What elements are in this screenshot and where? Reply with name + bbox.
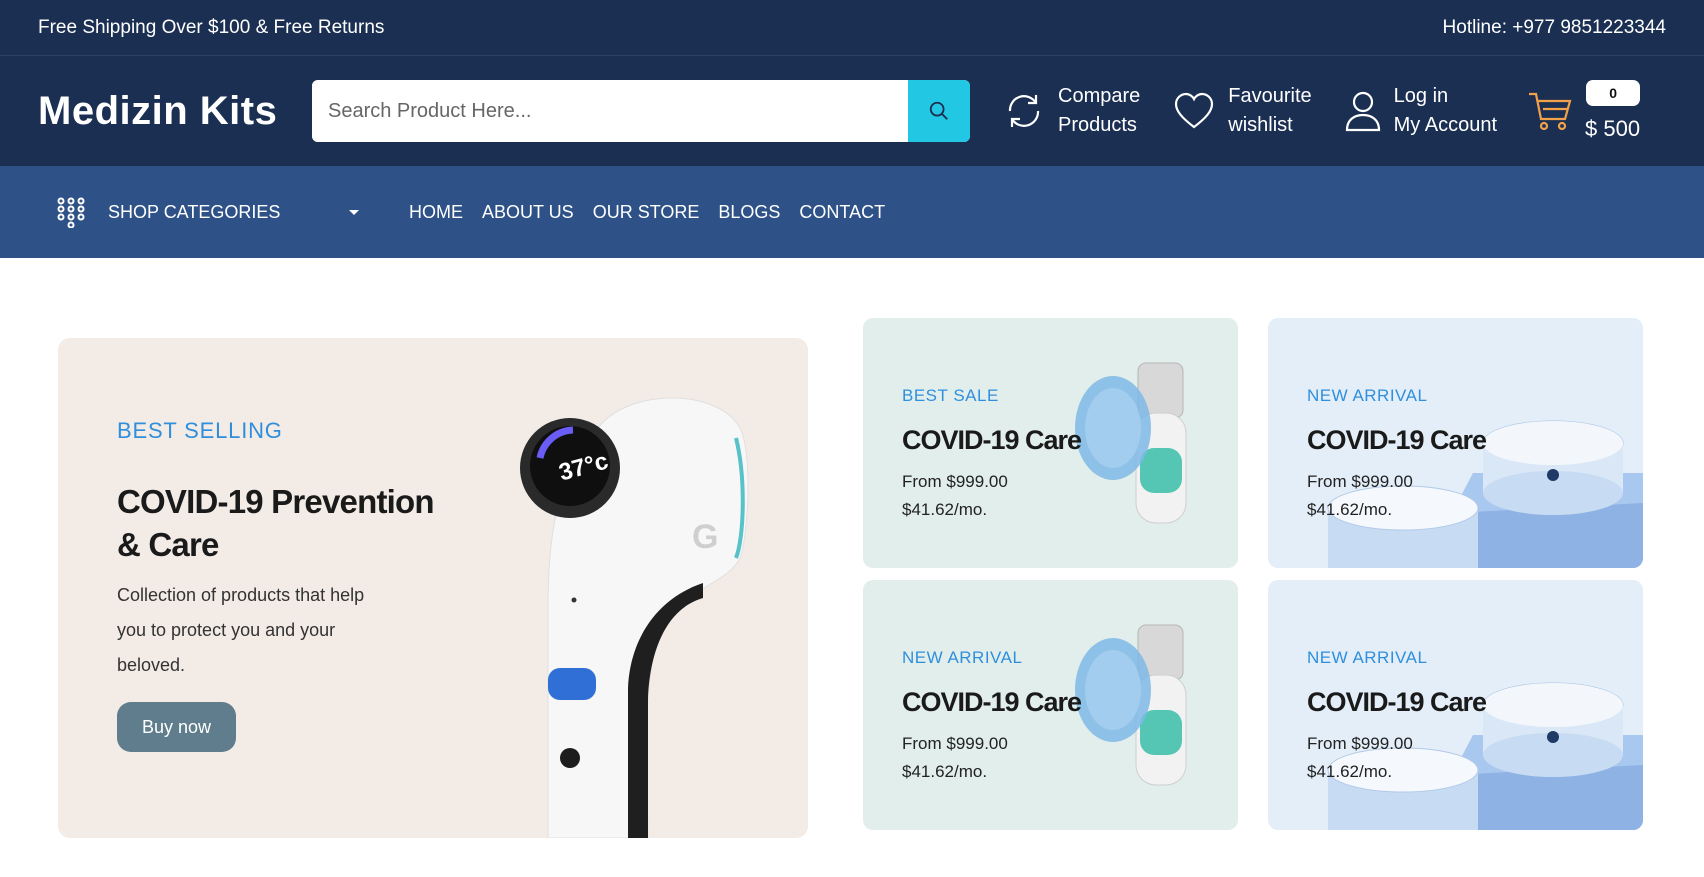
card-title: COVID-19 Care: [902, 687, 1082, 717]
card-title: COVID-19 Care: [1307, 425, 1487, 455]
hero-description: Collection of products that help you to …: [117, 585, 365, 675]
account-sublabel: My Account: [1393, 114, 1498, 136]
caret-down-icon: [349, 209, 359, 215]
card-price-from: From $999.00: [1307, 734, 1413, 753]
heart-icon: [1175, 92, 1214, 129]
product-card[interactable]: BEST SALE COVID-19 Care From $999.00 $41…: [863, 318, 1238, 568]
cart-count-badge: 0: [1586, 80, 1641, 106]
top-bar: Free Shipping Over $100 & Free Returns H…: [0, 0, 1704, 56]
card-title: COVID-19 Care: [902, 425, 1082, 455]
card-price: From $999.00 $41.62/mo.: [902, 730, 1008, 786]
nebulizer-image: [1075, 362, 1187, 524]
refresh-icon: [1008, 95, 1040, 127]
card-price: From $999.00 $41.62/mo.: [902, 468, 1008, 524]
card-tag: NEW ARRIVAL: [1307, 386, 1428, 405]
card-price-monthly: $41.62/mo.: [902, 762, 988, 781]
hotline[interactable]: Hotline: +977 9851223344: [1443, 17, 1666, 39]
product-card[interactable]: NEW ARRIVAL COVID-19 Care From $999.00 $…: [863, 580, 1238, 830]
main-nav: SHOP CATEGORIES HOME ABOUT US OUR STORE …: [0, 166, 1704, 258]
nav-menu: HOME ABOUT US OUR STORE BLOGS CONTACT: [409, 202, 885, 223]
card-price-monthly: $41.62/mo.: [1307, 762, 1393, 781]
nav-contact[interactable]: CONTACT: [799, 202, 885, 223]
svg-text:G: G: [692, 518, 718, 556]
card-tag: NEW ARRIVAL: [1307, 648, 1428, 667]
nav-our-store[interactable]: OUR STORE: [593, 202, 700, 223]
product-card[interactable]: NEW ARRIVAL COVID-19 Care From $999.00 $…: [1268, 580, 1643, 830]
card-price: From $999.00 $41.62/mo.: [1307, 468, 1413, 524]
grid-dots-icon: [57, 197, 85, 228]
card-price-monthly: $41.62/mo.: [902, 500, 988, 519]
cart-icon: [1529, 92, 1572, 131]
cart-total: $ 500: [1585, 116, 1641, 141]
card-price-from: From $999.00: [902, 472, 1008, 491]
login-label: Log in: [1393, 85, 1449, 107]
hero-banner: BEST SELLING COVID-19 Prevention & Care …: [58, 338, 808, 838]
header: Medizin Kits Compare Products Favourite …: [0, 56, 1704, 166]
shop-categories-label: SHOP CATEGORIES: [108, 201, 281, 222]
card-tag: BEST SALE: [902, 386, 999, 405]
hero-tag: BEST SELLING: [117, 418, 283, 443]
card-title: COVID-19 Care: [1307, 687, 1487, 717]
wishlist-link[interactable]: Favourite wishlist: [1172, 82, 1312, 140]
product-card[interactable]: NEW ARRIVAL COVID-19 Care From $999.00 $…: [1268, 318, 1643, 568]
thermometer-image: 37°c G: [520, 397, 749, 838]
compare-sublabel: Products: [1058, 114, 1137, 136]
buy-now-button[interactable]: Buy now: [117, 702, 236, 752]
nav-blogs[interactable]: BLOGS: [718, 202, 780, 223]
cart-button[interactable]: 0 $ 500: [1527, 80, 1641, 142]
nebulizer-image: [1075, 624, 1187, 786]
hero-title: COVID-19 Prevention & Care: [117, 483, 435, 563]
user-icon: [1345, 91, 1380, 132]
card-price-from: From $999.00: [902, 734, 1008, 753]
nav-about-us[interactable]: ABOUT US: [482, 202, 574, 223]
site-logo[interactable]: Medizin Kits: [38, 89, 312, 134]
favourite-label: Favourite: [1228, 85, 1312, 107]
account-link[interactable]: Log in My Account: [1344, 82, 1497, 140]
search-input[interactable]: [312, 80, 908, 142]
search-button[interactable]: [908, 80, 970, 142]
compare-label: Compare: [1058, 85, 1141, 107]
card-price-from: From $999.00: [1307, 472, 1413, 491]
search-bar: [312, 80, 970, 142]
wishlist-sublabel: wishlist: [1228, 114, 1293, 136]
card-price: From $999.00 $41.62/mo.: [1307, 730, 1413, 786]
search-icon: [929, 101, 948, 120]
shipping-notice: Free Shipping Over $100 & Free Returns: [38, 16, 385, 38]
compare-products-link[interactable]: Compare Products: [1002, 82, 1140, 140]
card-price-monthly: $41.62/mo.: [1307, 500, 1393, 519]
shop-categories-dropdown[interactable]: SHOP CATEGORIES: [56, 196, 409, 228]
nav-home[interactable]: HOME: [409, 202, 463, 223]
card-tag: NEW ARRIVAL: [902, 648, 1023, 667]
